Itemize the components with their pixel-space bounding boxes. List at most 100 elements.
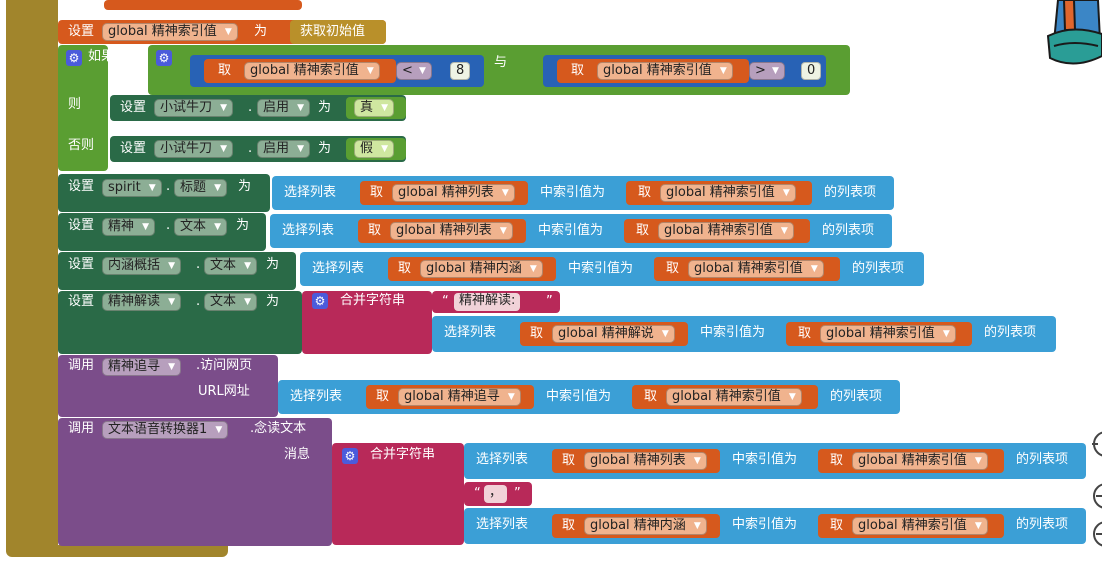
select-list-item-block[interactable]: 选择列表 取 global 精神列表 ▼ 中索引值为 取 global 精神索引值… bbox=[464, 443, 1086, 479]
var-dropdown[interactable]: global 精神索引值 ▼ bbox=[852, 452, 988, 470]
boolean-dropdown[interactable]: 真 ▼ bbox=[354, 99, 395, 117]
boolean-block[interactable]: 真 ▼ bbox=[346, 97, 406, 119]
zoom-out-icon[interactable] bbox=[1088, 520, 1102, 548]
component-dropdown[interactable]: 内涵概括 ▼ bbox=[102, 257, 182, 275]
chevron-down-icon: ▼ bbox=[148, 183, 156, 193]
get-index-block[interactable]: 取 global 精神索引值 ▼ bbox=[654, 257, 840, 281]
var-dropdown[interactable]: global 精神索引值 ▼ bbox=[658, 222, 794, 240]
gear-icon[interactable]: ⚙ bbox=[66, 50, 82, 66]
url-param-label: URL网址 bbox=[198, 384, 250, 399]
compare-gt-block[interactable]: 取 global 精神索引值 ▼ > ▼ 0 bbox=[543, 55, 826, 87]
get-list-block[interactable]: 取 global 精神追寻 ▼ bbox=[366, 385, 534, 409]
zoom-in-icon[interactable] bbox=[1088, 482, 1102, 510]
boolean-block[interactable]: 假 ▼ bbox=[346, 138, 406, 160]
get-index-block[interactable]: 取 global 精神索引值 ▼ bbox=[204, 59, 396, 83]
var-dropdown[interactable]: global 精神索引值 ▼ bbox=[660, 184, 796, 202]
init-value-block[interactable]: 获取初始值 bbox=[290, 20, 386, 44]
var-dropdown[interactable]: global 精神索引值 ▼ bbox=[102, 23, 238, 41]
component-dropdown[interactable]: 精神 ▼ bbox=[102, 218, 156, 236]
component-dropdown[interactable]: spirit ▼ bbox=[102, 179, 162, 197]
get-keyword: 取 bbox=[830, 453, 844, 468]
get-list-block[interactable]: 取 global 精神列表 ▼ bbox=[360, 181, 528, 205]
number-block[interactable]: 0 bbox=[801, 62, 822, 80]
get-index-block[interactable]: 取 global 精神索引值 ▼ bbox=[626, 181, 812, 205]
chevron-down-icon: ▼ bbox=[224, 27, 232, 37]
var-dropdown[interactable]: global 精神追寻 ▼ bbox=[398, 388, 521, 406]
call-visit-page-block[interactable]: 调用 精神追寻 ▼ .访问网页 URL网址 bbox=[58, 355, 278, 417]
var-dropdown[interactable]: global 精神索引值 ▼ bbox=[820, 325, 956, 343]
var-dropdown[interactable]: global 精神索引值 ▼ bbox=[852, 517, 988, 535]
select-list-item-block[interactable]: 选择列表 取 global 精神内涵 ▼ 中索引值为 取 global 精神索引值… bbox=[300, 252, 924, 286]
get-index-block[interactable]: 取 global 精神索引值 ▼ bbox=[786, 322, 972, 346]
if-block[interactable]: ⚙ 如果 则 否则 bbox=[58, 45, 114, 171]
text-block[interactable]: “ 精神解读: ” bbox=[432, 291, 560, 313]
gear-icon[interactable]: ⚙ bbox=[312, 293, 328, 309]
property-dropdown[interactable]: 文本 ▼ bbox=[204, 257, 258, 275]
text-value[interactable]: ， bbox=[484, 485, 508, 503]
get-index-block[interactable]: 取 global 精神索引值 ▼ bbox=[818, 449, 1004, 473]
get-keyword: 取 bbox=[830, 518, 844, 533]
var-dropdown[interactable]: global 精神列表 ▼ bbox=[584, 452, 707, 470]
call-speak-block[interactable]: 调用 文本语音转换器1 ▼ .念读文本 消息 bbox=[58, 418, 332, 546]
gear-icon[interactable]: ⚙ bbox=[156, 50, 172, 66]
operator-dropdown[interactable]: < ▼ bbox=[396, 62, 432, 80]
get-list-block[interactable]: 取 global 精神列表 ▼ bbox=[358, 219, 526, 243]
join-block[interactable]: ⚙ 合并字符串 bbox=[302, 291, 432, 354]
join-block[interactable]: ⚙ 合并字符串 bbox=[332, 443, 464, 545]
property-dropdown[interactable]: 启用 ▼ bbox=[257, 140, 311, 158]
component-dropdown[interactable]: 小试牛刀 ▼ bbox=[154, 140, 234, 158]
set-spirit-title-block[interactable]: 设置 spirit ▼ . 标题 ▼ 为 bbox=[58, 174, 270, 212]
number-block[interactable]: 8 bbox=[450, 62, 471, 80]
var-dropdown[interactable]: global 精神内涵 ▼ bbox=[584, 517, 707, 535]
property-dropdown[interactable]: 文本 ▼ bbox=[174, 218, 228, 236]
set-enabled-true-block[interactable]: 设置 小试牛刀 ▼ . 启用 ▼ 为 真 ▼ bbox=[110, 95, 406, 121]
get-list-block[interactable]: 取 global 精神内涵 ▼ bbox=[552, 514, 720, 538]
get-index-block[interactable]: 取 global 精神索引值 ▼ bbox=[624, 219, 810, 243]
select-list-item-block[interactable]: 选择列表 取 global 精神解说 ▼ 中索引值为 取 global 精神索引值… bbox=[432, 316, 1056, 352]
compare-lt-block[interactable]: 取 global 精神索引值 ▼ < ▼ 8 bbox=[190, 55, 484, 87]
set-neihan-text-block[interactable]: 设置 内涵概括 ▼ . 文本 ▼ 为 bbox=[58, 252, 296, 290]
component-dropdown[interactable]: 精神解读 ▼ bbox=[102, 293, 182, 311]
select-list-item-block[interactable]: 选择列表 取 global 精神追寻 ▼ 中索引值为 取 global 精神索引值… bbox=[278, 380, 900, 414]
text-block[interactable]: “ ， ” bbox=[464, 482, 532, 506]
property-dropdown[interactable]: 文本 ▼ bbox=[204, 293, 258, 311]
select-list-item-block[interactable]: 选择列表 取 global 精神列表 ▼ 中索引值为 取 global 精神索引值… bbox=[270, 214, 892, 248]
get-list-block[interactable]: 取 global 精神列表 ▼ bbox=[552, 449, 720, 473]
backpack-icon[interactable] bbox=[1044, 0, 1102, 70]
property-dropdown[interactable]: 标题 ▼ bbox=[174, 179, 228, 197]
list-item-keyword: 的列表项 bbox=[824, 185, 877, 200]
var-dropdown[interactable]: global 精神索引值 ▼ bbox=[688, 260, 824, 278]
var-dropdown[interactable]: global 精神解说 ▼ bbox=[552, 325, 675, 343]
list-item-keyword: 的列表项 bbox=[822, 223, 875, 238]
property-dropdown[interactable]: 启用 ▼ bbox=[257, 99, 311, 117]
gear-icon[interactable]: ⚙ bbox=[342, 448, 358, 464]
set-jiedu-text-block[interactable]: 设置 精神解读 ▼ . 文本 ▼ 为 bbox=[58, 291, 302, 354]
var-dropdown[interactable]: global 精神列表 ▼ bbox=[392, 184, 515, 202]
var-dropdown[interactable]: global 精神索引值 ▼ bbox=[666, 388, 802, 406]
var-dropdown[interactable]: global 精神内涵 ▼ bbox=[420, 260, 543, 278]
component-dropdown[interactable]: 精神追寻 ▼ bbox=[102, 358, 182, 376]
get-index-block[interactable]: 取 global 精神索引值 ▼ bbox=[632, 385, 818, 409]
select-list-item-block[interactable]: 选择列表 取 global 精神列表 ▼ 中索引值为 取 global 精神索引值… bbox=[272, 176, 894, 210]
var-dropdown[interactable]: global 精神索引值 ▼ bbox=[597, 62, 733, 80]
text-value[interactable]: 精神解读: bbox=[454, 293, 521, 311]
chevron-down-icon: ▼ bbox=[220, 144, 228, 154]
select-list-item-block[interactable]: 选择列表 取 global 精神内涵 ▼ 中索引值为 取 global 精神索引值… bbox=[464, 508, 1086, 544]
operator-dropdown[interactable]: > ▼ bbox=[749, 62, 785, 80]
var-dropdown[interactable]: global 精神索引值 ▼ bbox=[244, 62, 380, 80]
component-dropdown[interactable]: 小试牛刀 ▼ bbox=[154, 99, 234, 117]
zoom-reset-icon[interactable] bbox=[1088, 430, 1102, 458]
event-block-frame[interactable] bbox=[6, 0, 58, 556]
set-global-index-block[interactable]: 设置 global 精神索引值 ▼ 为 获取初始值 bbox=[58, 20, 386, 44]
get-list-block[interactable]: 取 global 精神内涵 ▼ bbox=[388, 257, 556, 281]
boolean-dropdown[interactable]: 假 ▼ bbox=[354, 140, 395, 158]
component-dropdown[interactable]: 文本语音转换器1 ▼ bbox=[102, 421, 229, 439]
set-enabled-false-block[interactable]: 设置 小试牛刀 ▼ . 启用 ▼ 为 假 ▼ bbox=[110, 136, 406, 162]
get-list-block[interactable]: 取 global 精神解说 ▼ bbox=[520, 322, 688, 346]
get-index-block[interactable]: 取 global 精神索引值 ▼ bbox=[818, 514, 1004, 538]
set-jingshen-text-block[interactable]: 设置 精神 ▼ . 文本 ▼ 为 bbox=[58, 213, 266, 251]
get-index-block[interactable]: 取 global 精神索引值 ▼ bbox=[557, 59, 749, 83]
chevron-down-icon: ▼ bbox=[771, 66, 779, 76]
var-dropdown[interactable]: global 精神列表 ▼ bbox=[390, 222, 513, 240]
event-block-top-notch bbox=[104, 0, 302, 10]
